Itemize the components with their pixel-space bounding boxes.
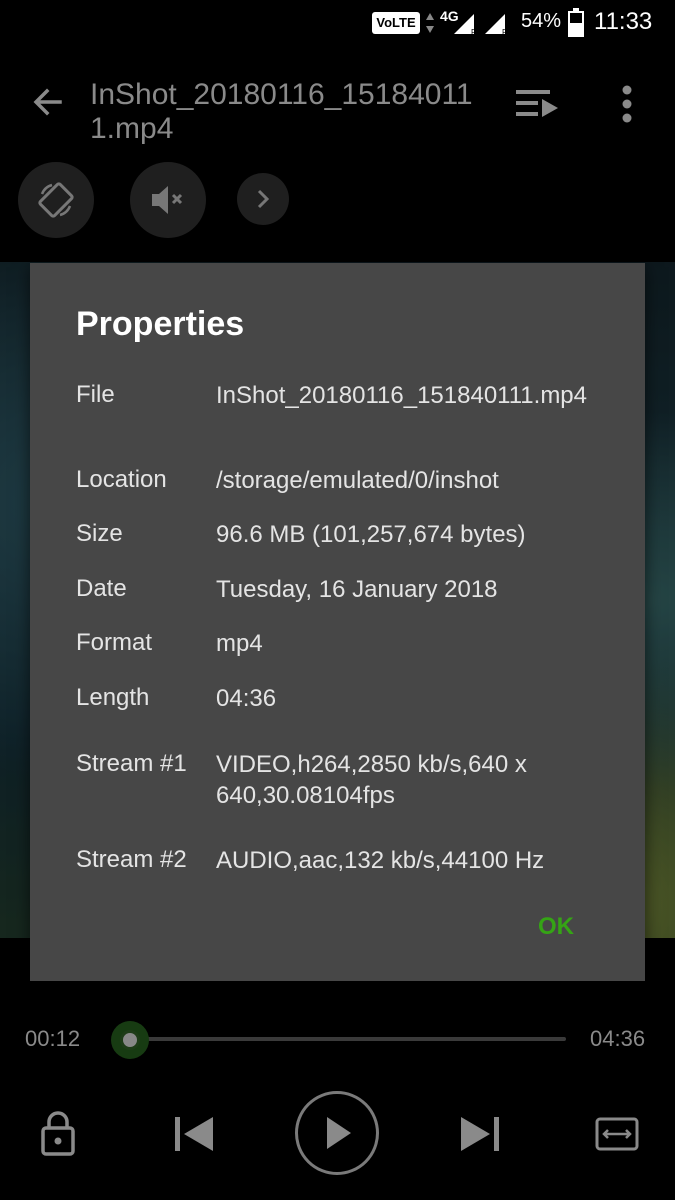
rotate-screen-button[interactable] — [18, 162, 94, 238]
play-button[interactable] — [295, 1091, 379, 1175]
arrow-left-icon[interactable] — [28, 82, 68, 122]
signal-icon: R — [485, 14, 508, 36]
stream-1-label: Stream #1 — [76, 750, 187, 777]
location-label: Location — [76, 466, 167, 493]
seek-thumb-knob — [120, 1030, 140, 1050]
size-label: Size — [76, 520, 123, 547]
seek-thumb[interactable] — [111, 1021, 149, 1059]
stream-2-value: AUDIO,aac,132 kb/s,44100 Hz — [216, 847, 545, 874]
skip-next-icon[interactable] — [456, 1112, 504, 1156]
length-label: Length — [76, 684, 150, 711]
current-time: 00:12 — [25, 1026, 81, 1051]
volume-off-icon — [152, 186, 183, 214]
screen-rotation-icon — [38, 182, 74, 218]
svg-text:R: R — [502, 28, 508, 36]
video-title: InShot_20180116_151840111.mp4 — [90, 78, 473, 145]
status-bar: VoLTE 4G R R 54% 11:33 — [0, 0, 675, 46]
battery-percent: 54% — [521, 10, 562, 32]
dialog-title: Properties — [76, 305, 245, 343]
total-time: 04:36 — [590, 1026, 646, 1051]
aspect-ratio-icon[interactable] — [594, 1114, 640, 1154]
playlist-play-icon[interactable] — [512, 84, 562, 124]
ok-button[interactable]: OK — [538, 913, 574, 941]
chevron-right-icon — [257, 189, 270, 209]
stream-2-label: Stream #2 — [76, 846, 187, 873]
svg-text:R: R — [471, 28, 477, 36]
volte-badge: VoLTE — [372, 12, 420, 34]
properties-dialog: Properties File InShot_20180116_15184011… — [30, 263, 645, 981]
stream-1-value: VIDEO,h264,2850 kb/s,640 x 640,30.08104f… — [216, 751, 527, 809]
more-controls-button[interactable] — [237, 173, 289, 225]
skip-previous-icon[interactable] — [170, 1112, 218, 1156]
file-label: File — [76, 381, 115, 408]
more-vert-icon[interactable] — [612, 82, 642, 126]
mute-button[interactable] — [130, 162, 206, 238]
play-icon — [327, 1117, 351, 1149]
format-label: Format — [76, 629, 153, 656]
length-value: 04:36 — [216, 685, 277, 712]
clock: 11:33 — [594, 8, 653, 35]
data-activity-icon — [426, 13, 434, 33]
battery-icon — [568, 8, 584, 37]
seek-bar[interactable] — [112, 1037, 566, 1041]
date-value: Tuesday, 16 January 2018 — [216, 576, 498, 603]
size-value: 96.6 MB (101,257,674 bytes) — [216, 521, 526, 548]
lock-icon[interactable] — [38, 1108, 78, 1158]
date-label: Date — [76, 575, 127, 602]
location-value: /storage/emulated/0/inshot — [216, 467, 499, 494]
format-value: mp4 — [216, 630, 263, 657]
file-value: InShot_20180116_151840111.mp4 — [216, 382, 588, 409]
signal-icon: R — [454, 14, 477, 36]
